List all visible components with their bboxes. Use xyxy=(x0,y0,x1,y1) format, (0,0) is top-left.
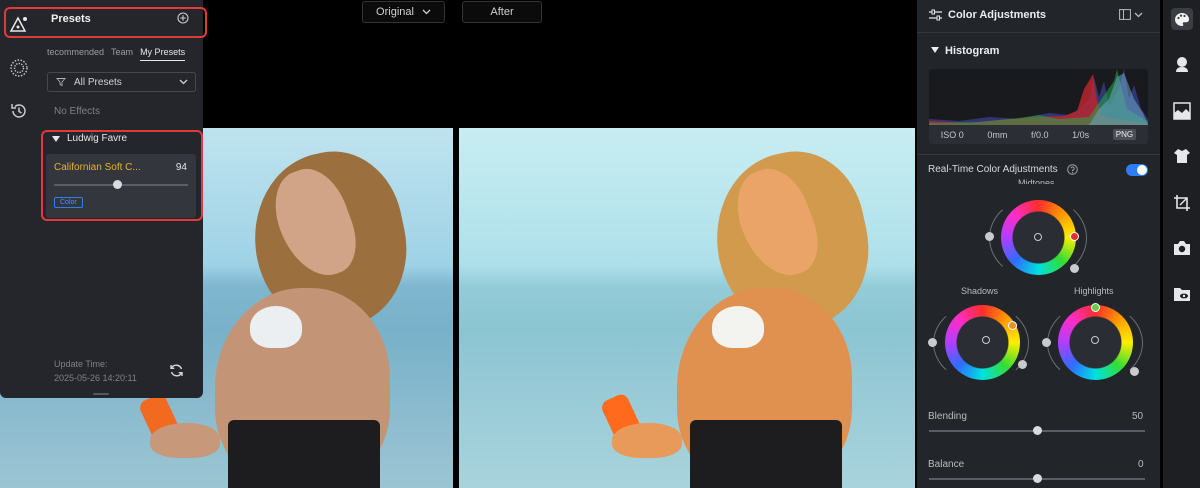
update-time-value: 2025-05-26 14:20:11 xyxy=(54,373,137,383)
preset-card-highlight xyxy=(41,130,203,221)
background-icon[interactable] xyxy=(1173,102,1191,120)
focal-value: 0mm xyxy=(987,129,1008,140)
midtones-label: Midtones xyxy=(1018,178,1055,184)
histogram: ISO 0 0mm f/0.0 1/0s PNG xyxy=(929,69,1148,144)
no-effects-text: No Effects xyxy=(54,106,100,117)
right-tool-rail xyxy=(1163,0,1200,488)
midtones-center-knob[interactable] xyxy=(1034,233,1042,241)
histogram-caret-icon[interactable] xyxy=(931,47,939,53)
shadows-label: Shadows xyxy=(961,286,999,296)
midtones-right-handle[interactable] xyxy=(1070,232,1079,241)
update-time-label: Update Time: xyxy=(54,359,108,369)
after-button[interactable]: After xyxy=(462,1,542,23)
preset-tabs: tecommended Team My Presets xyxy=(47,47,186,61)
histogram-graph xyxy=(929,69,1148,125)
balance-slider[interactable] xyxy=(1033,474,1042,483)
blending-value: 50 xyxy=(1132,411,1144,422)
after-photo xyxy=(459,128,915,488)
panel-layout-icon[interactable] xyxy=(1119,9,1143,20)
folder-preview-icon[interactable] xyxy=(1173,286,1191,302)
presets-filter-dropdown[interactable]: All Presets xyxy=(47,72,196,92)
format-badge: PNG xyxy=(1112,129,1137,140)
palette-icon[interactable] xyxy=(1171,8,1193,30)
shadows-left-handle[interactable] xyxy=(928,338,937,347)
shadows-center-knob[interactable] xyxy=(982,336,990,344)
aperture-value: f/0.0 xyxy=(1031,129,1049,140)
shadows-bottom-handle[interactable] xyxy=(1018,360,1027,369)
refresh-icon[interactable] xyxy=(169,363,184,378)
portrait-icon[interactable] xyxy=(1173,55,1191,73)
left-tool-rail xyxy=(0,0,38,398)
filter-icon xyxy=(56,77,66,87)
tab-recommended[interactable]: tecommended xyxy=(47,47,104,61)
chevron-down-icon xyxy=(422,9,431,15)
info-icon[interactable] xyxy=(1067,164,1078,175)
shadows-right-handle[interactable] xyxy=(1008,321,1017,330)
histogram-title: Histogram xyxy=(945,45,1000,57)
chevron-down-icon xyxy=(179,79,188,85)
color-adjustments-panel: Color Adjustments Histogram ISO 0 0mm f/… xyxy=(917,0,1160,488)
highlights-bottom-handle[interactable] xyxy=(1130,367,1139,376)
blending-slider[interactable] xyxy=(1033,426,1042,435)
texture-icon[interactable] xyxy=(8,57,30,79)
adjust-icon xyxy=(929,9,942,21)
realtime-label: Real-Time Color Adjustments xyxy=(928,164,1058,175)
clothing-icon[interactable] xyxy=(1173,148,1191,164)
crop-icon[interactable] xyxy=(1173,194,1191,212)
highlights-top-handle[interactable] xyxy=(1091,303,1100,312)
tab-my-presets[interactable]: My Presets xyxy=(140,47,186,61)
blending-label: Blending xyxy=(928,411,967,422)
midtones-bottom-handle[interactable] xyxy=(1070,264,1079,273)
highlights-left-handle[interactable] xyxy=(1042,338,1051,347)
panel-drag-handle[interactable] xyxy=(93,393,109,395)
highlights-label: Highlights xyxy=(1074,286,1114,296)
filter-label: All Presets xyxy=(74,76,122,88)
tab-team[interactable]: Team xyxy=(111,47,133,61)
after-label: After xyxy=(490,6,514,18)
camera-icon[interactable] xyxy=(1173,240,1191,256)
presets-header-highlight xyxy=(4,7,207,38)
color-adjustments-title: Color Adjustments xyxy=(948,9,1046,21)
original-dropdown[interactable]: Original xyxy=(362,1,445,23)
exif-info-bar: ISO 0 0mm f/0.0 1/0s PNG xyxy=(929,125,1148,144)
midtones-left-handle[interactable] xyxy=(985,232,994,241)
shutter-value: 1/0s xyxy=(1072,129,1090,140)
balance-label: Balance xyxy=(928,459,965,470)
balance-value: 0 xyxy=(1138,459,1144,470)
realtime-toggle[interactable] xyxy=(1126,164,1148,176)
highlights-center-knob[interactable] xyxy=(1091,336,1099,344)
iso-value: ISO 0 xyxy=(940,129,964,140)
original-label: Original xyxy=(376,6,414,18)
history-icon[interactable] xyxy=(8,100,30,122)
